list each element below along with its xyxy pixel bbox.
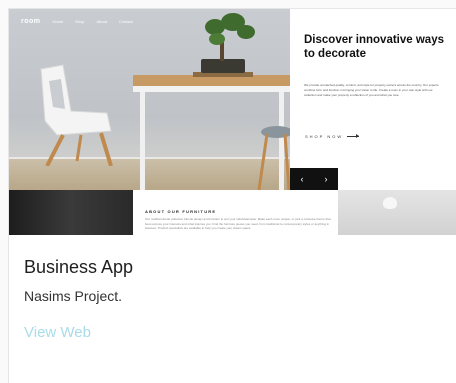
foliage (237, 25, 255, 39)
about-text: Our multifunctional collection blends de… (145, 217, 331, 230)
chevron-left-icon: ‹ (300, 174, 304, 184)
project-title: Business App (24, 257, 134, 277)
preview-shop-now: SHOP NOW (305, 134, 360, 139)
about-title: ABOUT OUR FURNITURE (145, 209, 217, 214)
preview-slider-controls: ‹ › (290, 168, 338, 190)
arrow-right-icon (347, 134, 360, 138)
hero-photo: room Home Shop About Contact (9, 9, 290, 190)
shop-now-label: SHOP NOW (305, 134, 344, 139)
preview-nav-about: About (96, 19, 107, 24)
project-preview-image[interactable]: room Home Shop About Contact Discover in… (9, 9, 456, 235)
chevron-right-icon: › (324, 174, 328, 184)
project-subtitle: Nasims Project. (24, 288, 123, 304)
view-web-link[interactable]: View Web (24, 324, 91, 341)
light-chair-photo (338, 190, 456, 235)
foliage (209, 33, 225, 45)
chair-seat (383, 197, 397, 209)
table-leg (140, 92, 145, 190)
preview-nav-contact: Contact (118, 19, 133, 24)
preview-nav-shop: Shop (75, 19, 85, 24)
preview-headline: Discover innovative ways to decorate (304, 34, 444, 60)
preview-logo: room (21, 18, 41, 25)
dark-room-photo (9, 190, 133, 235)
preview-navbar: room Home Shop About Contact (21, 18, 133, 25)
preview-body-text: We provide unmatched quality, comfort, a… (304, 83, 439, 97)
preview-nav-home: Home (52, 19, 64, 24)
table-edge (133, 86, 290, 92)
white-chair-left (40, 64, 113, 166)
project-card[interactable]: room Home Shop About Contact Discover in… (8, 8, 456, 383)
white-chair-right (257, 126, 290, 190)
preview-about-section: ABOUT OUR FURNITURE Our multifunctional … (133, 190, 338, 235)
plant-pot (201, 59, 245, 73)
